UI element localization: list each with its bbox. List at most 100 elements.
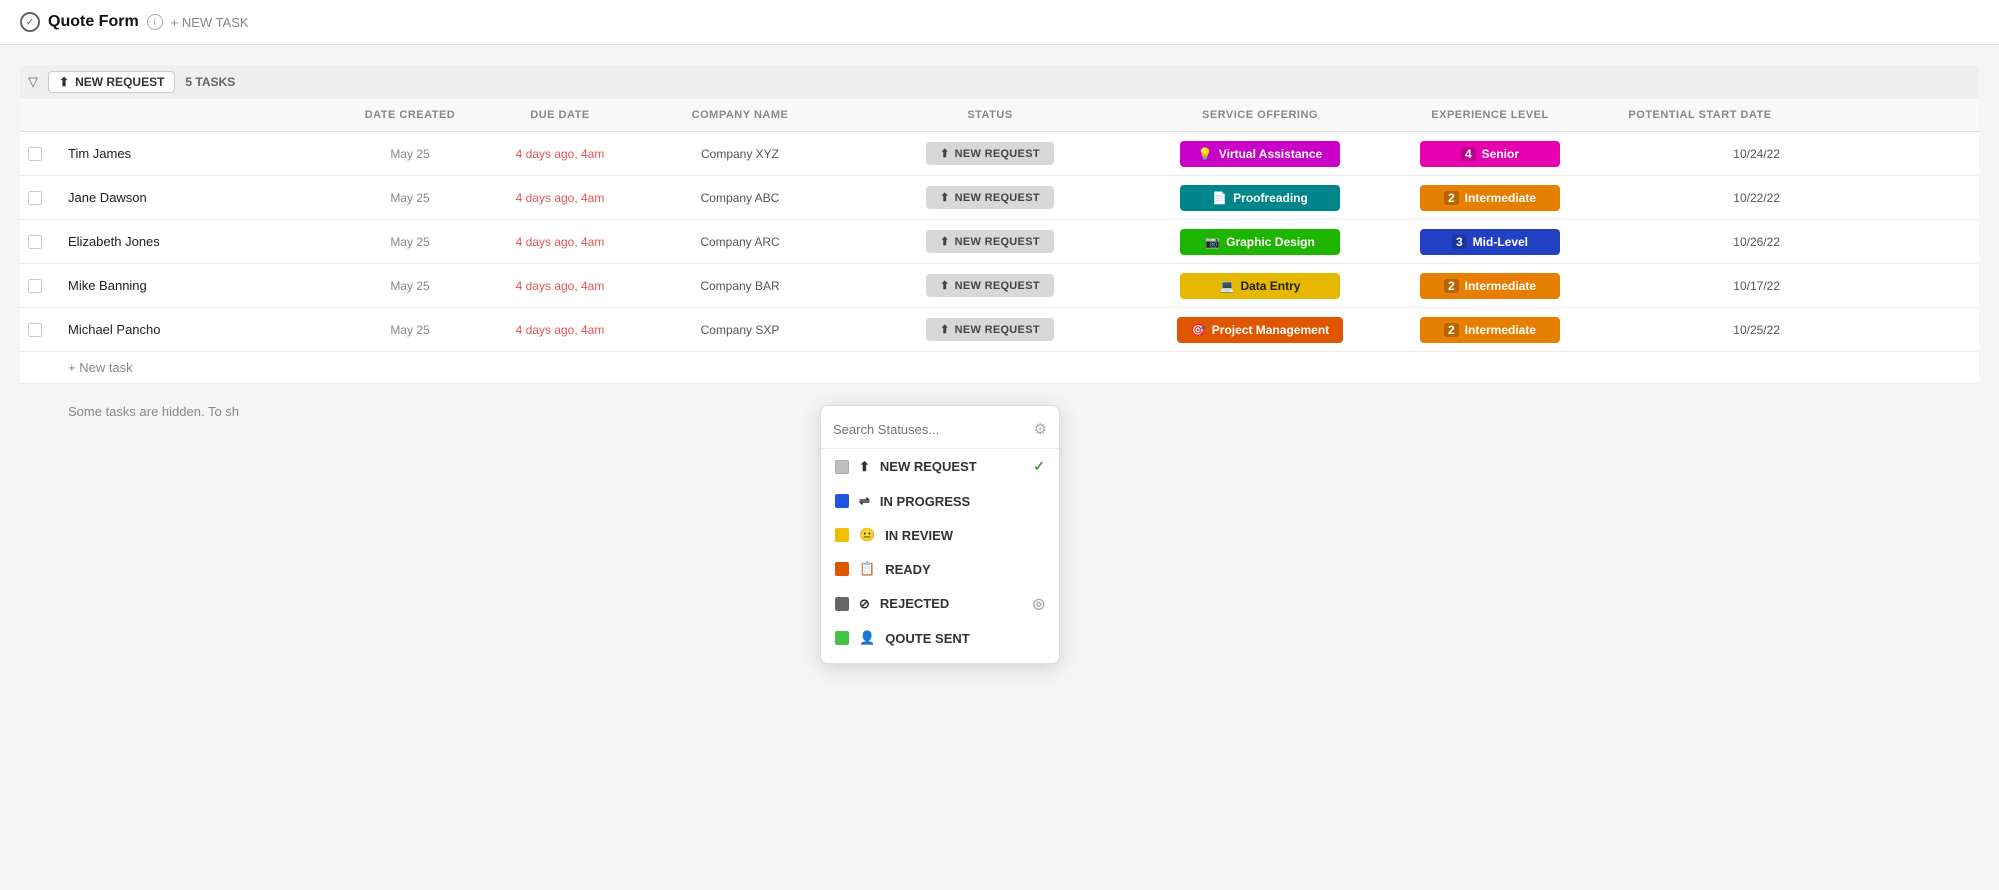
status-cell[interactable]: ⬆ NEW REQUEST [840,310,1140,349]
status-label: NEW REQUEST [955,236,1040,248]
task-name-cell[interactable]: Tim James [60,138,340,169]
group-toggle[interactable]: ▽ [28,74,38,90]
dropdown-status-item[interactable]: 📋 READY [821,552,1059,586]
task-name-cell[interactable]: Elizabeth Jones [60,226,340,257]
task-checkbox[interactable] [28,147,42,161]
service-badge[interactable]: 📄 Proofreading [1180,185,1340,211]
row-checkbox-cell [20,227,60,257]
new-task-row[interactable]: + New task [20,352,1979,384]
status-upload-icon: ⬆ [940,147,950,160]
dropdown-status-item[interactable]: ⬆ NEW REQUEST ✓ [821,449,1059,484]
task-name-cell[interactable]: Mike Banning [60,270,340,301]
experience-cell[interactable]: 3 Mid-Level [1380,221,1600,263]
experience-badge[interactable]: 2 Intermediate [1420,317,1560,343]
status-cell[interactable]: ⬆ NEW REQUEST [840,178,1140,217]
service-badge[interactable]: 💻 Data Entry [1180,273,1340,299]
service-badge[interactable]: 💡 Virtual Assistance [1180,141,1340,167]
checked-icon: ✓ [1033,458,1045,475]
status-cell[interactable]: ⬆ NEW REQUEST [840,222,1140,261]
service-badge[interactable]: 📷 Graphic Design [1180,229,1340,255]
experience-cell[interactable]: 2 Intermediate [1380,265,1600,307]
dropdown-item-icon: ⊘ [859,596,870,612]
collapse-icon[interactable]: ✓ [20,12,40,32]
experience-cell[interactable]: 4 Senior [1380,133,1600,175]
task-name: Jane Dawson [68,190,147,205]
group-label-button[interactable]: ⬆ NEW REQUEST [48,71,175,93]
dropdown-item-icon: ⇌ [859,493,870,509]
task-checkbox[interactable] [28,323,42,337]
service-cell[interactable]: 💻 Data Entry [1140,265,1380,307]
info-icon[interactable]: i [147,14,163,30]
date-created-cell: May 25 [340,227,480,257]
col-header-potential-date: POTENTIAL START DATE [1600,105,1800,125]
experience-cell[interactable]: 2 Intermediate [1380,309,1600,351]
table-row: Jane Dawson May 25 4 days ago, 4am Compa… [20,176,1979,220]
potential-date: 10/24/22 [1733,147,1780,161]
task-name: Mike Banning [68,278,147,293]
extra-cell [1800,322,1979,338]
service-cell[interactable]: 📄 Proofreading [1140,177,1380,219]
status-search-input[interactable] [833,422,1026,437]
date-created-cell: May 25 [340,271,480,301]
task-rows: Tim James May 25 4 days ago, 4am Company… [20,132,1979,352]
dropdown-status-item[interactable]: ⊘ REJECTED ◎ [821,586,1059,621]
task-checkbox[interactable] [28,279,42,293]
service-cell[interactable]: 💡 Virtual Assistance [1140,133,1380,175]
status-cell[interactable]: ⬆ NEW REQUEST [840,266,1140,305]
status-badge[interactable]: ⬆ NEW REQUEST [926,318,1054,341]
potential-date-cell: 10/22/22 [1600,183,1800,213]
status-badge[interactable]: ⬆ NEW REQUEST [926,142,1054,165]
experience-cell[interactable]: 2 Intermediate [1380,177,1600,219]
row-checkbox-cell [20,183,60,213]
settings-icon[interactable]: ⚙ [1034,420,1047,438]
date-created-cell: May 25 [340,139,480,169]
dropdown-status-item[interactable]: ⇌ IN PROGRESS [821,484,1059,518]
status-cell[interactable]: ⬆ NEW REQUEST [840,134,1140,173]
service-cell[interactable]: 🎯 Project Management [1140,309,1380,351]
circle-check-icon: ◎ [1033,595,1045,612]
service-label: Virtual Assistance [1219,147,1322,161]
new-task-header-button[interactable]: + NEW TASK [171,15,249,30]
exp-num: 2 [1444,323,1459,337]
service-icon: 📄 [1212,191,1227,205]
dropdown-search-row: ⚙ [821,416,1059,449]
experience-label: Intermediate [1465,279,1536,293]
experience-badge[interactable]: 2 Intermediate [1420,185,1560,211]
service-icon: 💻 [1220,279,1235,293]
service-label: Graphic Design [1226,235,1315,249]
dropdown-item-label: REJECTED [880,596,949,611]
task-checkbox[interactable] [28,235,42,249]
status-badge[interactable]: ⬆ NEW REQUEST [926,230,1054,253]
dropdown-item-label: NEW REQUEST [880,459,977,474]
status-dot [835,597,849,611]
dropdown-status-item[interactable]: 👤 QOUTE SENT [821,621,1059,655]
dropdown-item-icon: 😐 [859,527,875,543]
potential-date: 10/25/22 [1733,323,1780,337]
experience-badge[interactable]: 3 Mid-Level [1420,229,1560,255]
table-row: Mike Banning May 25 4 days ago, 4am Comp… [20,264,1979,308]
extra-cell [1800,234,1979,250]
task-name-cell[interactable]: Michael Pancho [60,314,340,345]
due-date-cell: 4 days ago, 4am [480,183,640,213]
experience-badge[interactable]: 2 Intermediate [1420,273,1560,299]
dropdown-status-item[interactable]: 😐 IN REVIEW [821,518,1059,552]
status-badge[interactable]: ⬆ NEW REQUEST [926,274,1054,297]
experience-badge[interactable]: 4 Senior [1420,141,1560,167]
col-header-due-date: DUE DATE [480,105,640,125]
status-badge[interactable]: ⬆ NEW REQUEST [926,186,1054,209]
dropdown-item-icon: ⬆ [859,459,870,475]
status-upload-icon: ⬆ [940,235,950,248]
due-date-cell: 4 days ago, 4am [480,315,640,345]
group-task-count: 5 TASKS [185,75,235,89]
upload-icon: ⬆ [59,75,69,89]
row-checkbox-cell [20,271,60,301]
service-cell[interactable]: 📷 Graphic Design [1140,221,1380,263]
status-label: NEW REQUEST [955,280,1040,292]
date-created: May 25 [390,191,429,205]
col-header-checkbox [20,105,60,125]
service-badge[interactable]: 🎯 Project Management [1177,317,1343,343]
task-name-cell[interactable]: Jane Dawson [60,182,340,213]
task-checkbox[interactable] [28,191,42,205]
dropdown-item-label: READY [885,562,931,577]
company-cell: Company XYZ [640,139,840,169]
